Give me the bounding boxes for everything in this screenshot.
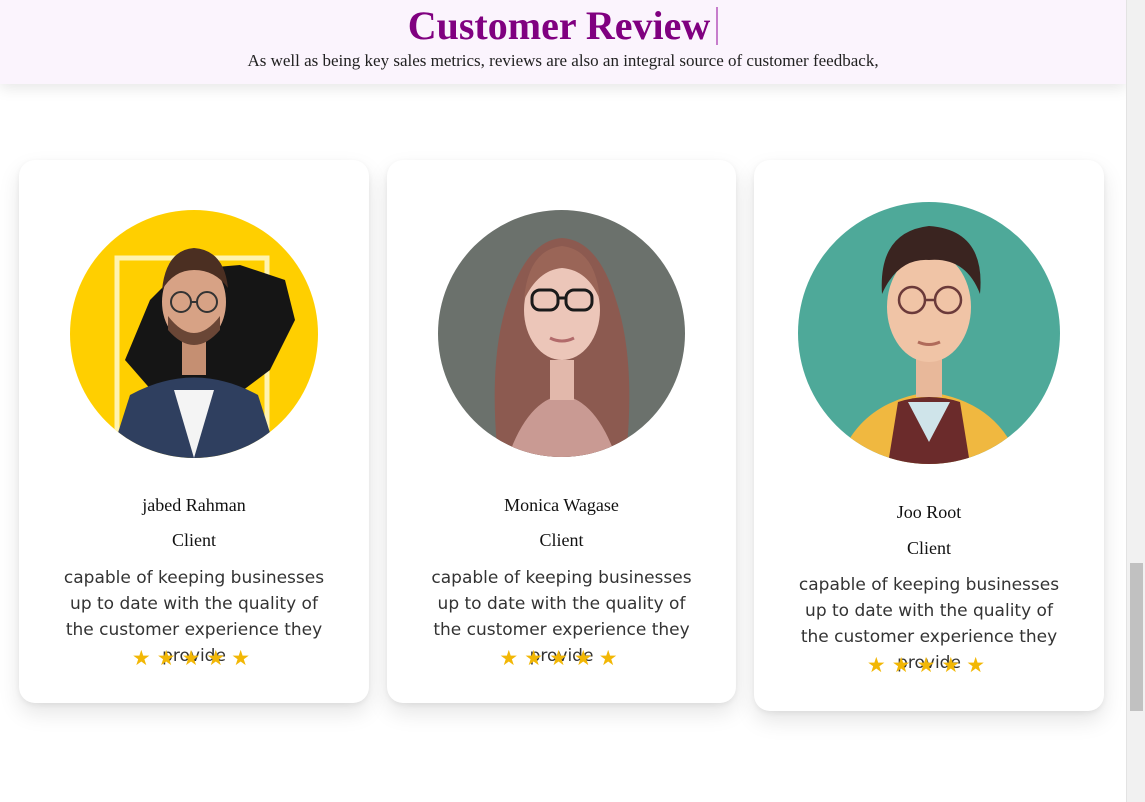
reviewer-name: Monica Wagase xyxy=(504,495,619,515)
reviewer-role: Client xyxy=(539,530,584,550)
page-subtitle: As well as being key sales metrics, revi… xyxy=(247,51,879,70)
review-card: jabed Rahman Client capable of keeping b… xyxy=(19,160,369,703)
page-title: Customer Review xyxy=(0,3,1126,49)
man-glasses-yellow-bg-avatar xyxy=(70,210,318,458)
vertical-scrollbar[interactable] xyxy=(1126,0,1145,802)
star-rating-icon: ★★★★★ xyxy=(866,653,992,677)
page-header: Customer Review As well as being key sal… xyxy=(0,0,1126,84)
reviewer-role: Client xyxy=(907,538,951,558)
review-card: Joo Root Client capable of keeping busin… xyxy=(754,160,1104,711)
woman-glasses-avatar xyxy=(438,210,685,457)
typing-caret xyxy=(716,7,719,45)
reviewer-name: Joo Root xyxy=(896,502,962,522)
young-man-glasses-teal-bg-avatar xyxy=(798,202,1060,464)
reviewer-role: Client xyxy=(172,530,216,550)
star-rating-icon: ★★★★★ xyxy=(499,646,624,670)
scrollbar-thumb[interactable] xyxy=(1130,563,1143,711)
review-card: Monica Wagase Client capable of keeping … xyxy=(387,160,736,703)
star-rating-icon: ★★★★★ xyxy=(131,646,257,670)
page-title-text: Customer Review xyxy=(407,3,711,48)
reviewer-name: jabed Rahman xyxy=(142,495,246,515)
